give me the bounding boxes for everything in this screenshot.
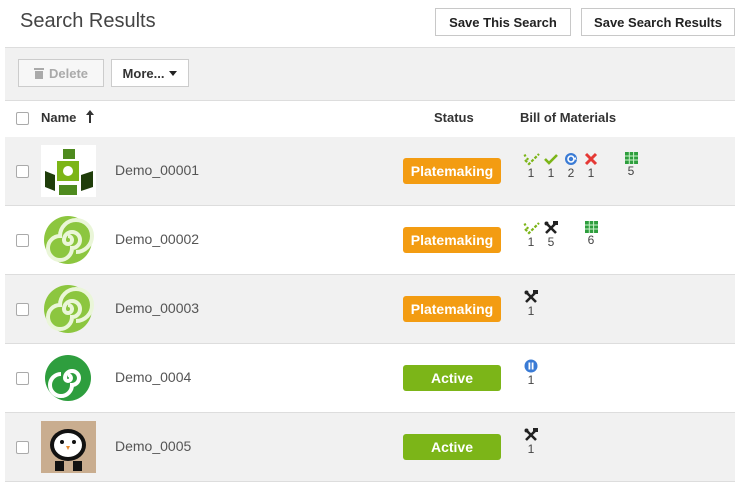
- spiral-thumbnail[interactable]: [41, 283, 96, 335]
- table-header: Name Status Bill of Materials: [5, 100, 735, 138]
- status-badge: Active: [403, 365, 501, 391]
- bom-count: 5: [547, 235, 555, 249]
- select-all-checkbox[interactable]: [16, 112, 29, 125]
- tools-icon: [523, 290, 539, 304]
- trash-icon: [33, 68, 44, 79]
- page-title: Search Results: [20, 10, 156, 32]
- row-checkbox[interactable]: [16, 303, 29, 316]
- table-row[interactable]: Demo_00003 Platemaking 1: [5, 275, 735, 344]
- row-checkbox[interactable]: [16, 441, 29, 454]
- bom-item[interactable]: 1: [523, 359, 539, 387]
- save-this-search-button[interactable]: Save This Search: [435, 8, 571, 36]
- check-icon: [543, 152, 559, 166]
- partial-check-icon: [523, 152, 540, 166]
- table-icon: [583, 221, 599, 233]
- bom-count: 1: [527, 235, 535, 249]
- bom-item[interactable]: 1: [543, 152, 559, 180]
- bom-column-header[interactable]: Bill of Materials: [520, 110, 616, 125]
- row-checkbox[interactable]: [16, 372, 29, 385]
- status-badge: Platemaking: [403, 296, 501, 322]
- delete-button[interactable]: Delete: [18, 59, 104, 87]
- save-search-results-button[interactable]: Save Search Results: [581, 8, 735, 36]
- row-name[interactable]: Demo_00003: [115, 300, 199, 316]
- table-icon: [623, 152, 639, 164]
- bom-item[interactable]: 5: [623, 152, 639, 178]
- bom-count: 2: [567, 166, 575, 180]
- table-row[interactable]: Demo_0005 Active 1: [5, 413, 735, 482]
- tools-icon: [543, 221, 559, 235]
- partial-check-icon: [523, 221, 540, 235]
- green-circle-spiral-thumbnail[interactable]: [41, 352, 96, 404]
- name-column-header[interactable]: Name: [41, 110, 95, 125]
- bom-item[interactable]: 6: [583, 221, 599, 247]
- bom-item[interactable]: 1: [523, 290, 539, 318]
- table-row[interactable]: Demo_00001 Platemaking 1 1 2 1 5: [5, 137, 735, 206]
- bom-item[interactable]: 1: [583, 152, 599, 180]
- x-icon: [583, 152, 599, 166]
- penguin-thumbnail[interactable]: [41, 421, 96, 473]
- row-checkbox[interactable]: [16, 165, 29, 178]
- bom-count: 1: [527, 442, 535, 456]
- row-name[interactable]: Demo_0005: [115, 438, 191, 454]
- row-name[interactable]: Demo_00002: [115, 231, 199, 247]
- status-column-header[interactable]: Status: [434, 110, 474, 125]
- table-row[interactable]: Demo_0004 Active 1: [5, 344, 735, 413]
- name-column-label: Name: [41, 110, 77, 125]
- bom-item[interactable]: 1: [523, 152, 540, 180]
- status-badge: Platemaking: [403, 227, 501, 253]
- delete-label: Delete: [48, 65, 89, 81]
- refresh-icon: [563, 152, 579, 166]
- bom-item[interactable]: 2: [563, 152, 579, 180]
- tools-icon: [523, 428, 539, 442]
- pause-icon: [523, 359, 539, 373]
- more-label: More...: [122, 65, 165, 81]
- green-boxes-thumbnail[interactable]: [41, 145, 96, 197]
- more-dropdown[interactable]: More...: [111, 59, 189, 87]
- row-checkbox[interactable]: [16, 234, 29, 247]
- bom-count: 5: [627, 164, 635, 178]
- bom-item[interactable]: 1: [523, 221, 540, 249]
- toolbar: Delete More...: [5, 48, 735, 100]
- spiral-thumbnail[interactable]: [41, 214, 96, 266]
- bom-count: 1: [527, 166, 535, 180]
- bom-item[interactable]: 5: [543, 221, 559, 249]
- bom-count: 6: [587, 233, 595, 247]
- bom-count: 1: [527, 304, 535, 318]
- sort-ascending-icon: [86, 110, 95, 123]
- bom-count: 1: [587, 166, 595, 180]
- table-row[interactable]: Demo_00002 Platemaking 1 5 6: [5, 206, 735, 275]
- caret-down-icon: [169, 70, 178, 76]
- row-name[interactable]: Demo_0004: [115, 369, 191, 385]
- bom-count: 1: [547, 166, 555, 180]
- status-badge: Platemaking: [403, 158, 501, 184]
- bom-item[interactable]: 1: [523, 428, 539, 456]
- bom-count: 1: [527, 373, 535, 387]
- row-name[interactable]: Demo_00001: [115, 162, 199, 178]
- status-badge: Active: [403, 434, 501, 460]
